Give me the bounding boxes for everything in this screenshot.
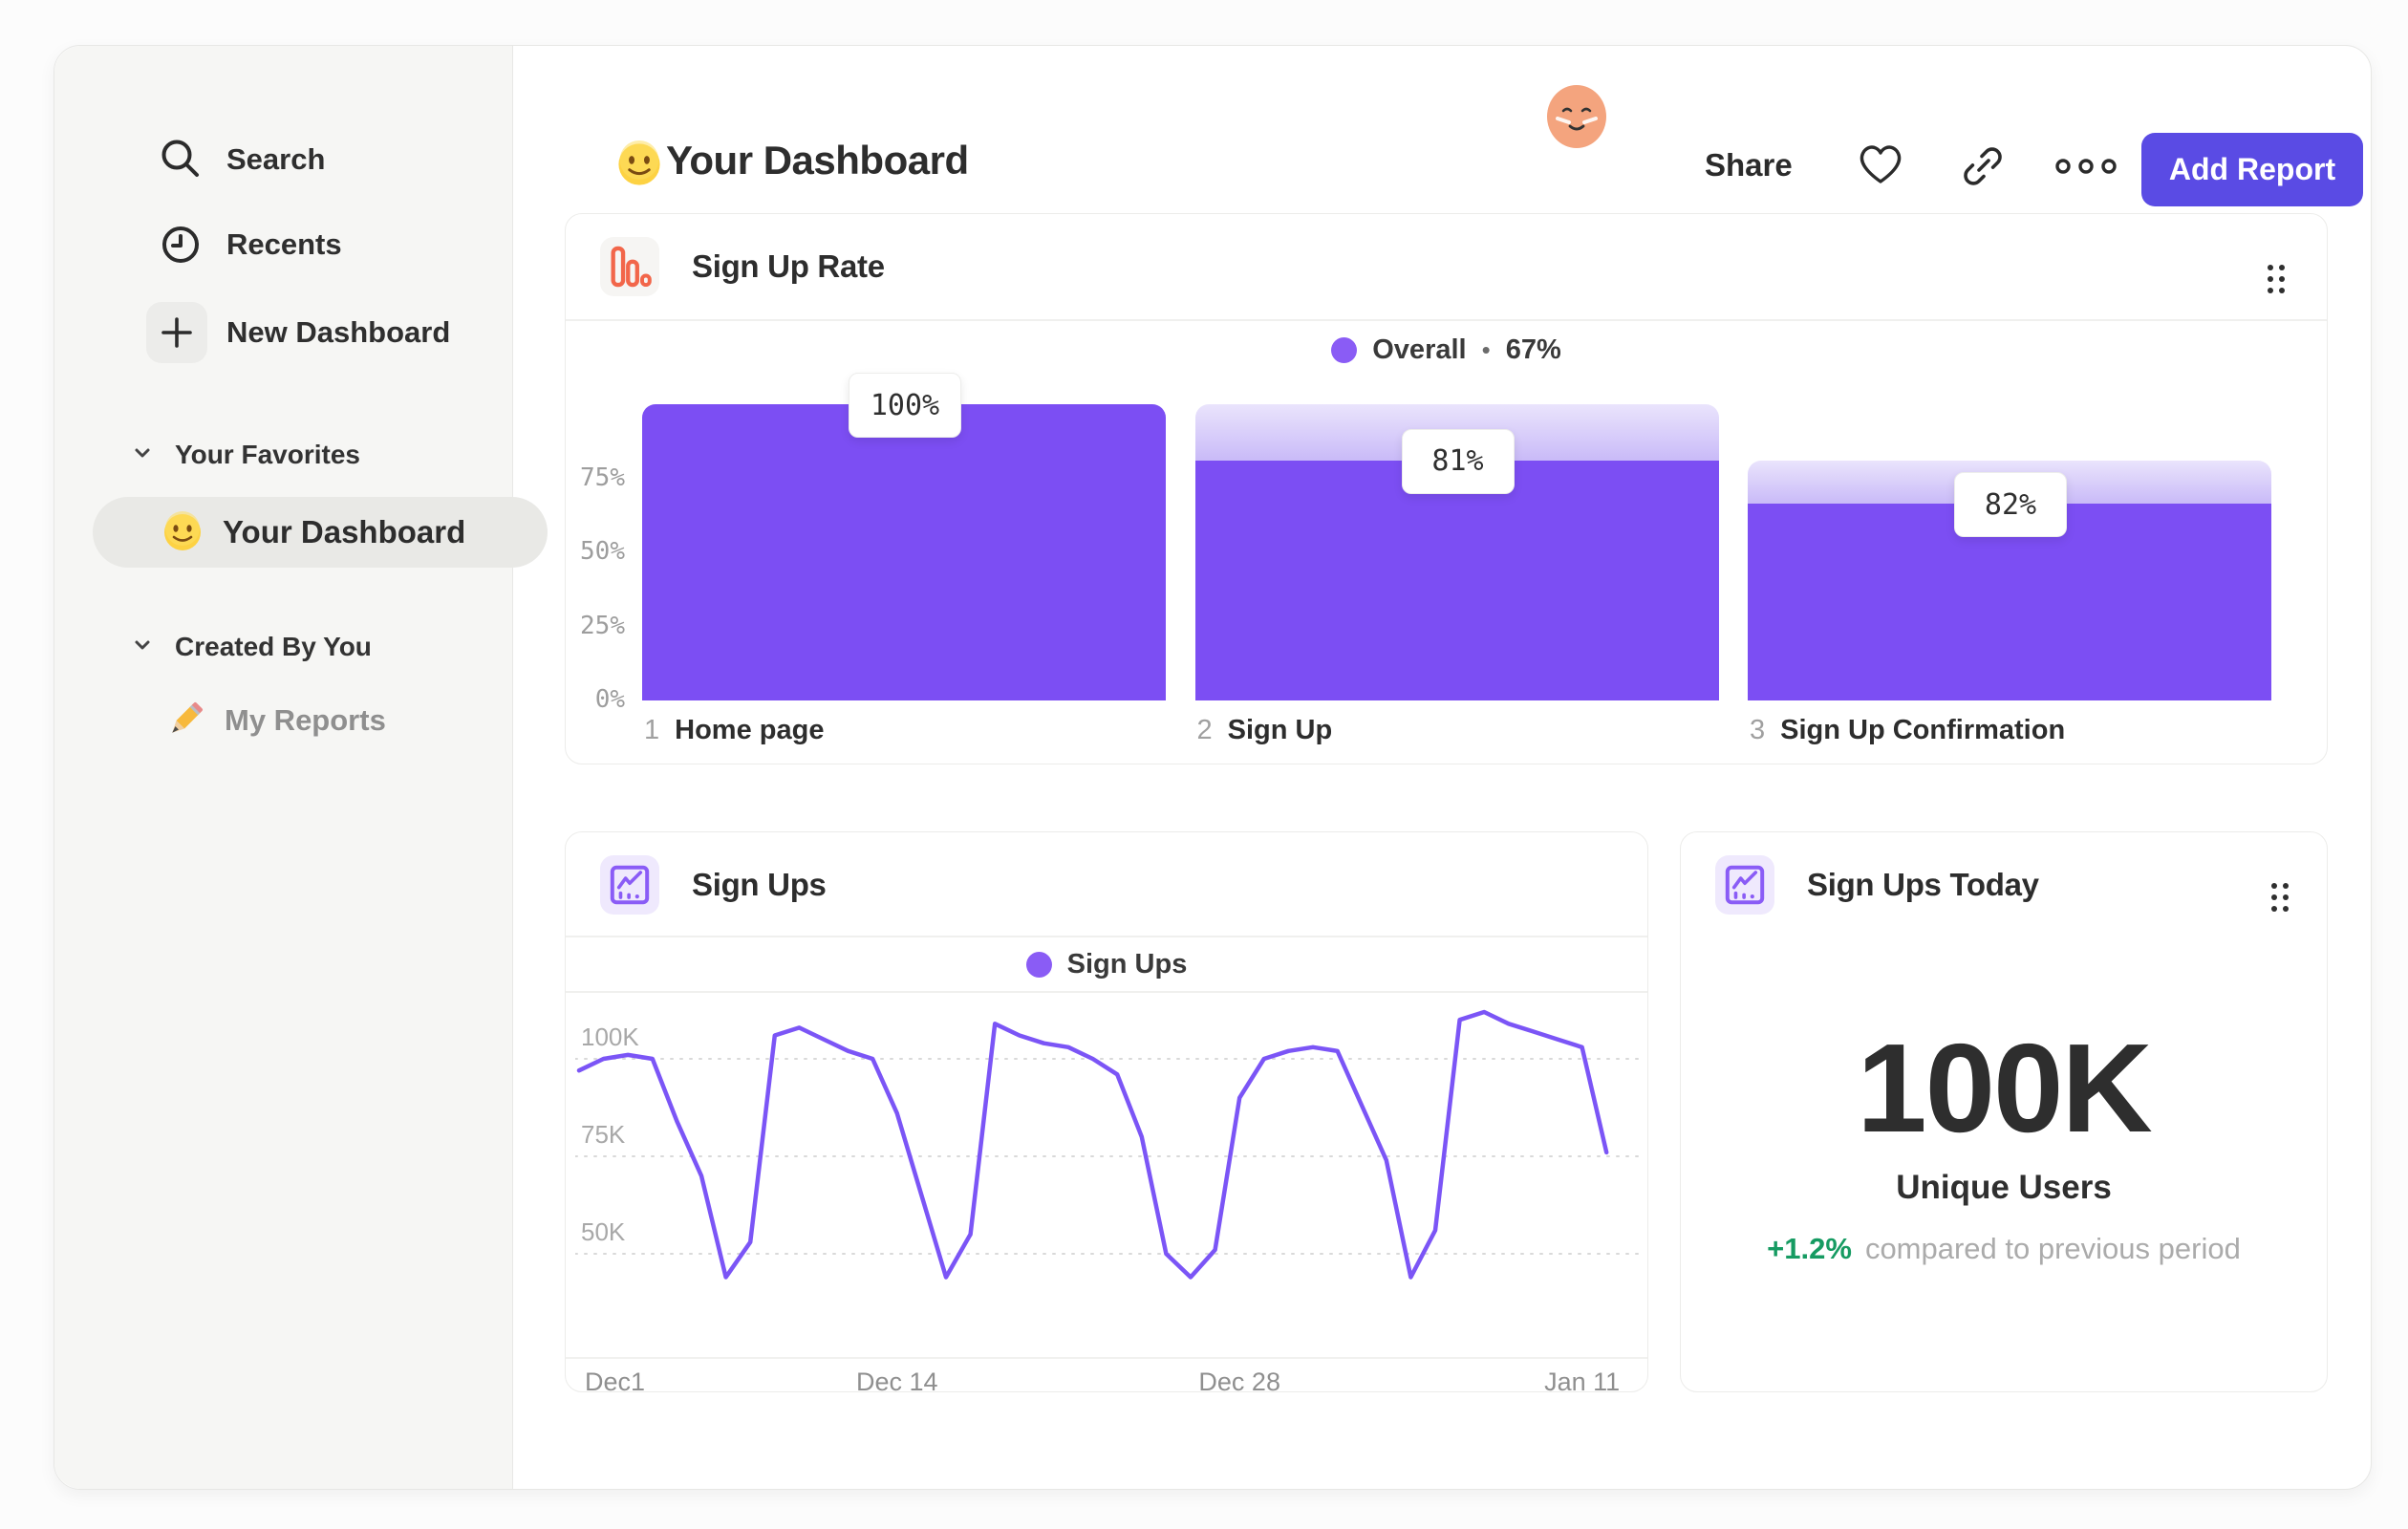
funnel-bar-value-badge: 100% — [849, 373, 961, 438]
plus-icon — [146, 302, 207, 363]
favorite-heart-button[interactable] — [1855, 140, 1906, 190]
line-chart-svg — [575, 1009, 1640, 1280]
ellipsis-icon — [2052, 159, 2120, 181]
more-options-button[interactable] — [2052, 155, 2120, 181]
funnel-step-number: 2 — [1196, 715, 1213, 745]
sidebar-item-recents[interactable]: Recents — [150, 220, 342, 269]
sidebar-item-label: My Reports — [225, 703, 386, 737]
funnel-bar[interactable] — [642, 404, 1166, 700]
funnel-y-tick: 25% — [580, 611, 625, 640]
drag-handle-icon[interactable] — [2262, 874, 2298, 923]
sidebar-item-label: Recents — [226, 227, 342, 261]
sidebar-section-created-by-you[interactable]: Created By You — [131, 632, 372, 662]
line-x-tick: Jan 11 — [1544, 1367, 1621, 1396]
section-title: Created By You — [175, 632, 372, 661]
line-x-tick: Dec 14 — [856, 1367, 938, 1396]
funnel-y-tick: 75% — [580, 463, 625, 492]
sidebar-item-search[interactable]: Search — [150, 135, 325, 184]
funnel-bar-value-badge: 82% — [1954, 472, 2067, 538]
app-window: Search Recents New Dashboard Your Favori… — [54, 45, 2372, 1490]
line-x-tick: Dec 28 — [1198, 1367, 1280, 1396]
line-series[interactable] — [576, 1009, 1609, 1280]
funnel-step-number: 3 — [1750, 715, 1766, 745]
funnel-step-number: 1 — [644, 715, 660, 745]
metric-value: 100K — [1857, 1018, 2153, 1158]
funnel-bar-value-badge: 81% — [1401, 428, 1515, 494]
sidebar-item-label: Search — [226, 142, 326, 176]
search-icon — [150, 135, 211, 184]
sidebar-item-your-dashboard[interactable]: Your Dashboard — [93, 497, 548, 568]
dashboard-emoji-icon — [615, 140, 663, 193]
clock-icon — [150, 220, 211, 269]
chevron-down-icon — [131, 634, 154, 661]
sidebar-item-label: Your Dashboard — [223, 514, 466, 549]
copy-link-button[interactable] — [1960, 143, 2006, 192]
line-x-tick: Dec1 — [585, 1367, 646, 1396]
sidebar-item-my-reports[interactable]: My Reports — [161, 698, 386, 743]
funnel-y-tick: 50% — [580, 537, 625, 566]
line-chart: 100K 75K 50K Dec1 Dec 14 Dec 28 Jan 11 — [566, 832, 1647, 1396]
line-chart-icon — [1715, 855, 1774, 915]
signups-today-card-header: Sign Ups Today — [1681, 832, 2327, 937]
sidebar: Search Recents New Dashboard Your Favori… — [54, 46, 548, 1489]
funnel-step-label: 2 Sign Up — [1196, 715, 1333, 745]
smiley-emoji-icon — [161, 511, 204, 553]
signups-card: Sign Ups Sign Ups 100K 75K 50K Dec1 Dec 14 De… — [565, 831, 1648, 1396]
sidebar-item-new-dashboard[interactable]: New Dashboard — [146, 302, 450, 363]
avatar[interactable] — [1544, 84, 1609, 154]
divider — [566, 1357, 1647, 1359]
share-button[interactable]: Share — [1705, 147, 1793, 183]
signup-rate-card: Sign Up Rate Overall • 67% 75% 50% 25% 0% 10… — [565, 213, 2328, 764]
metric-subtitle: Unique Users — [1896, 1169, 2112, 1206]
funnel-chart: 75% 50% 25% 0% 100% 1 Home page 81% 2 Sign Up 82% 3… — [566, 214, 2327, 764]
metric-delta-row: +1.2% compared to previous period — [1681, 1232, 2327, 1266]
sidebar-item-label: New Dashboard — [226, 315, 451, 349]
card-title: Sign Ups Today — [1807, 867, 2039, 902]
add-report-button[interactable]: Add Report — [2141, 133, 2363, 206]
funnel-step-label: 3 Sign Up Confirmation — [1750, 715, 2066, 745]
page-title: Your Dashboard — [666, 138, 969, 183]
section-title: Your Favorites — [175, 440, 360, 469]
signups-today-card: Sign Ups Today 100K Unique Users +1.2% c… — [1680, 831, 2328, 1392]
chevron-down-icon — [131, 441, 154, 469]
delta-note: compared to previous period — [1864, 1232, 2241, 1265]
funnel-bar[interactable] — [1194, 460, 1719, 700]
funnel-y-tick: 0% — [594, 685, 625, 714]
delta-value: +1.2% — [1767, 1232, 1852, 1265]
link-icon — [1960, 147, 2006, 192]
sidebar-section-your-favorites[interactable]: Your Favorites — [131, 440, 360, 470]
funnel-step-label: 1 Home page — [644, 715, 825, 745]
pencil-emoji-icon — [161, 698, 207, 743]
heart-icon — [1855, 145, 1906, 190]
